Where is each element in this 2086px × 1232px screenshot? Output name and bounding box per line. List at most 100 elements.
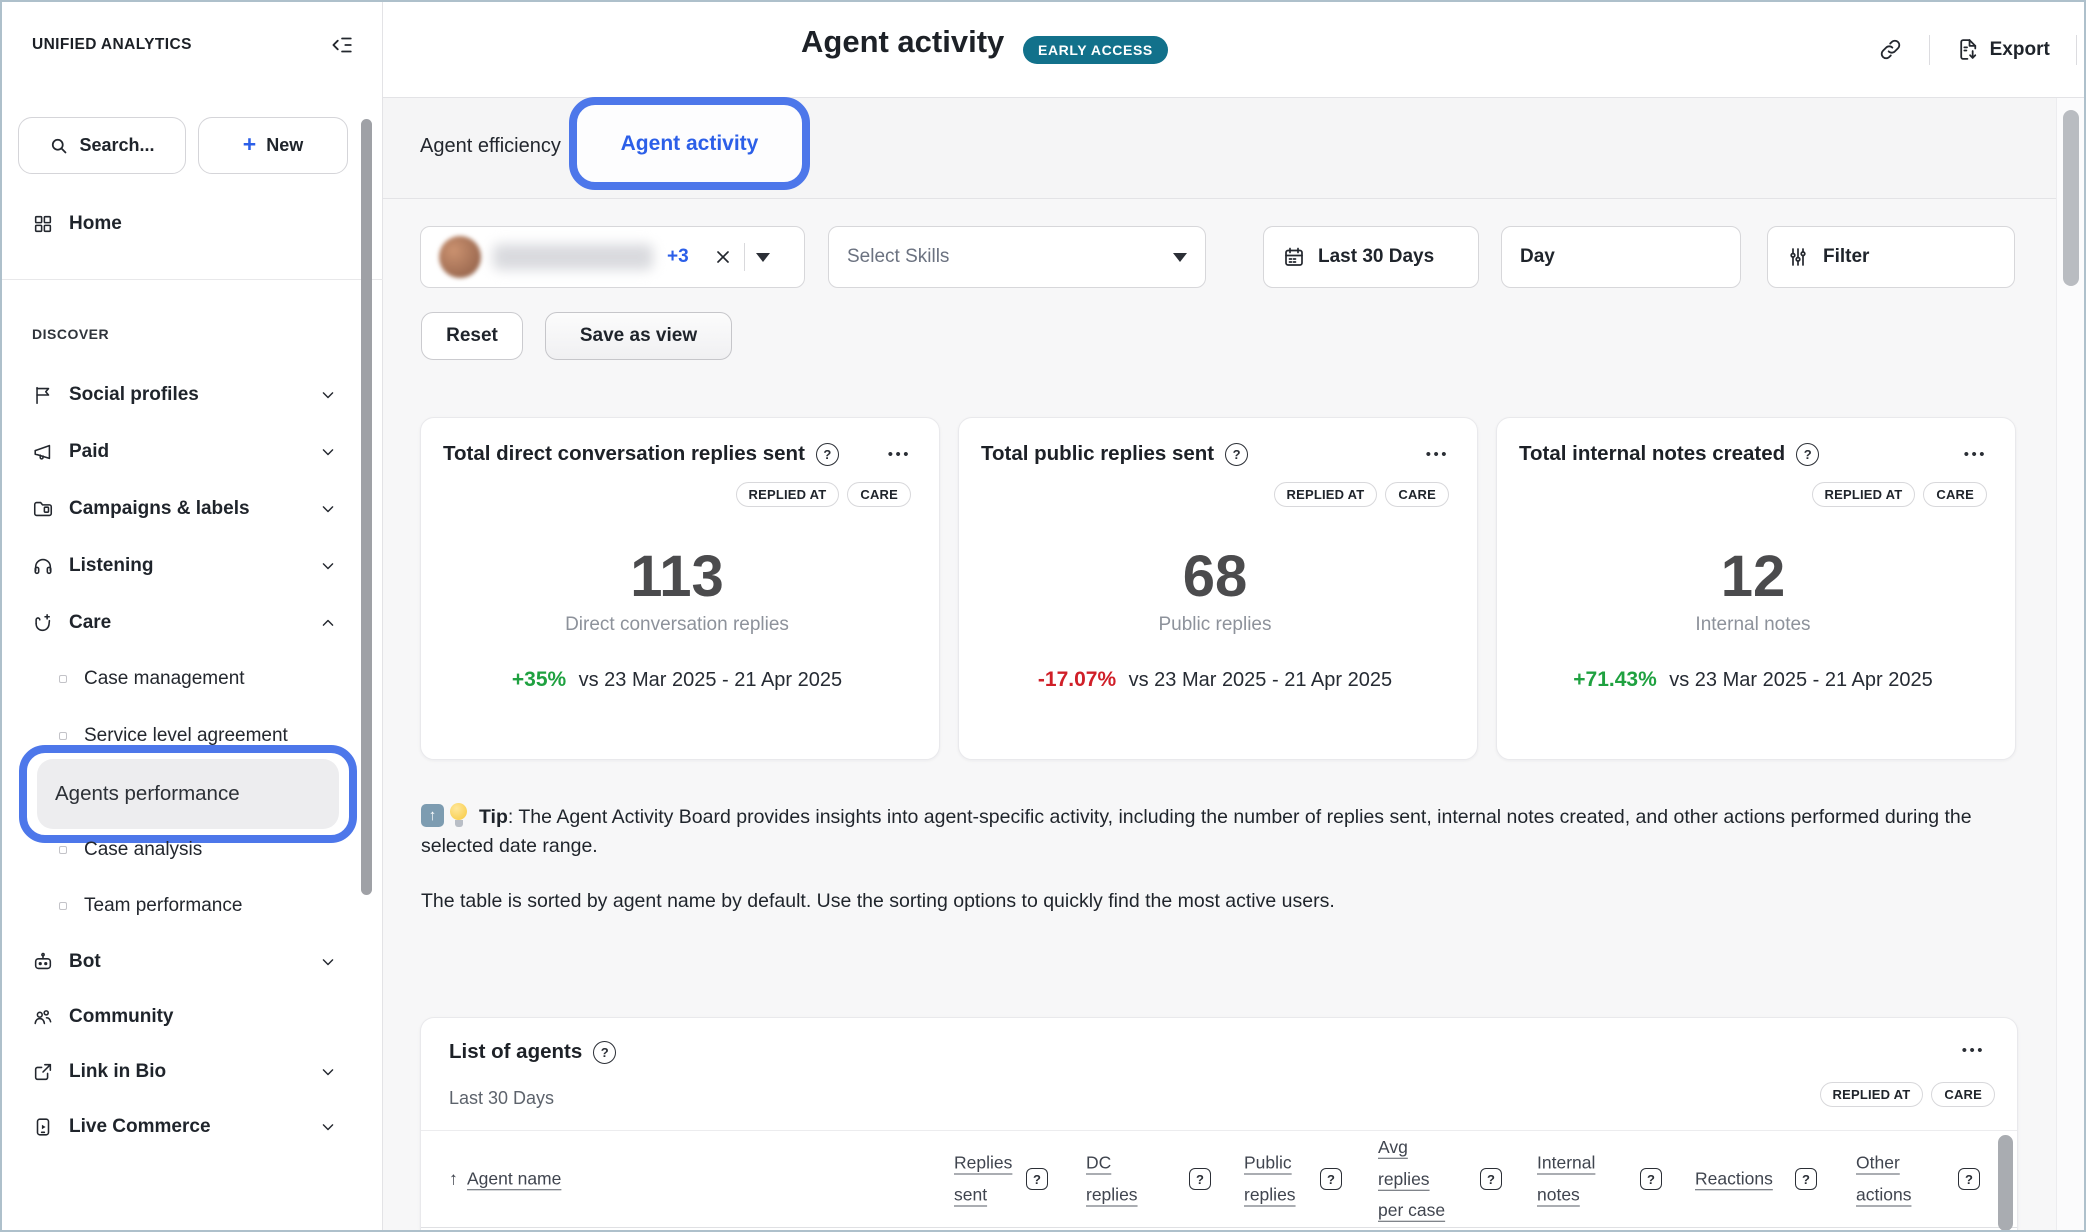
column-help[interactable] — [1480, 1168, 1502, 1190]
table-more-icon[interactable] — [1962, 1042, 1985, 1059]
agent-name-redacted — [493, 244, 653, 270]
column-dc-replies[interactable]: DC replies — [1086, 1148, 1142, 1211]
export-label: Export — [1990, 39, 2050, 61]
agents-filter-chip[interactable]: +3 — [420, 226, 805, 288]
column-public-replies[interactable]: Public replies — [1244, 1148, 1308, 1211]
column-help[interactable] — [1640, 1168, 1662, 1190]
replied-at-badge: REPLIED AT — [1812, 482, 1916, 507]
chevron-down-icon — [318, 556, 338, 576]
sidebar-item-live-commerce[interactable]: Live Commerce — [2, 1100, 370, 1154]
sidebar-item-service-level-agreement[interactable]: Service level agreement — [2, 709, 370, 763]
header-divider — [2076, 35, 2077, 65]
care-badge: CARE — [1385, 482, 1449, 507]
bullet-icon — [59, 675, 67, 683]
filter-sliders-icon — [1786, 245, 1810, 269]
sidebar-item-team-performance[interactable]: Team performance — [2, 879, 370, 933]
sidebar-item-case-management[interactable]: Case management — [2, 652, 370, 706]
sidebar-item-listening[interactable]: Listening — [2, 539, 370, 593]
granularity-dropdown[interactable]: Day — [1501, 226, 1741, 288]
page-scrollbar-thumb[interactable] — [2063, 110, 2079, 286]
reset-button[interactable]: Reset — [421, 312, 523, 360]
more-agents-count: +3 — [667, 246, 689, 268]
filter-button[interactable]: Filter — [1767, 226, 2015, 288]
export-button[interactable]: Export — [1956, 37, 2050, 62]
flag-icon — [32, 384, 54, 406]
column-replies-sent[interactable]: Replies sent — [954, 1148, 1018, 1211]
care-badge: CARE — [847, 482, 911, 507]
column-help[interactable] — [1189, 1168, 1211, 1190]
discover-section-label: DISCOVER — [32, 326, 109, 342]
compare-range: vs 23 Mar 2025 - 21 Apr 2025 — [579, 669, 843, 691]
folder-tag-icon — [32, 498, 54, 520]
help-icon[interactable] — [1796, 443, 1819, 466]
page-scrollbar[interactable] — [2056, 98, 2086, 1230]
select-skills-dropdown[interactable]: Select Skills — [828, 226, 1206, 288]
column-help[interactable] — [1958, 1168, 1980, 1190]
save-as-view-button[interactable]: Save as view — [545, 312, 732, 360]
lightbulb-emoji — [449, 803, 469, 827]
sidebar-item-care[interactable]: Care — [2, 596, 370, 650]
robot-icon — [32, 951, 54, 973]
metric-card-public-replies: Total public replies sent REPLIED AT CAR… — [958, 417, 1478, 760]
header-divider — [1929, 35, 1930, 65]
copy-link-button[interactable] — [1878, 37, 1903, 62]
sidebar-item-campaigns-labels[interactable]: Campaigns & labels — [2, 482, 370, 536]
phone-play-icon — [32, 1116, 54, 1138]
card-title: Total direct conversation replies sent — [443, 442, 805, 466]
search-label: Search... — [79, 135, 154, 156]
collapse-sidebar-button[interactable] — [324, 28, 358, 62]
column-help[interactable] — [1026, 1168, 1048, 1190]
card-more-icon[interactable] — [888, 446, 911, 463]
metric-label: Public replies — [981, 614, 1449, 636]
delta-value: +35% — [512, 668, 566, 691]
sidebar-item-case-analysis[interactable]: Case analysis — [2, 823, 370, 877]
new-button[interactable]: + New — [198, 117, 348, 174]
home-grid-icon — [32, 213, 54, 235]
sidebar-item-community[interactable]: Community — [2, 990, 370, 1044]
external-link-icon — [32, 1061, 54, 1083]
tab-bar — [383, 98, 2086, 199]
card-more-icon[interactable] — [1964, 446, 1987, 463]
header-actions: Export Saved views — [1878, 2, 2086, 97]
caret-down-icon[interactable] — [756, 253, 770, 262]
sort-ascending-icon — [449, 1169, 458, 1190]
sidebar-item-home[interactable]: Home — [2, 197, 370, 251]
column-avg-replies-per-case[interactable]: Avg replies per case — [1378, 1132, 1458, 1227]
search-icon — [49, 136, 69, 156]
sidebar-item-link-in-bio[interactable]: Link in Bio — [2, 1045, 370, 1099]
search-button[interactable]: Search... — [18, 117, 186, 174]
column-agent-name[interactable]: Agent name — [449, 1163, 561, 1195]
sidebar-item-agents-performance[interactable]: Agents performance — [37, 759, 339, 829]
column-help[interactable] — [1320, 1168, 1342, 1190]
sidebar-divider — [2, 279, 383, 280]
tab-agent-efficiency[interactable]: Agent efficiency — [420, 135, 561, 158]
sidebar-item-social-profiles[interactable]: Social profiles — [2, 368, 370, 422]
app-window: UNIFIED ANALYTICS Search... + New Home — [0, 0, 2086, 1232]
clear-filter-icon[interactable] — [713, 247, 733, 267]
column-internal-notes[interactable]: Internal notes — [1537, 1148, 1613, 1211]
column-other-actions[interactable]: Other actions — [1856, 1148, 1926, 1211]
export-icon — [1956, 37, 1981, 62]
sidebar-item-bot[interactable]: Bot — [2, 935, 370, 989]
sidebar-scrollbar[interactable] — [361, 119, 372, 895]
column-reactions[interactable]: Reactions — [1695, 1163, 1773, 1195]
bullet-icon — [59, 732, 67, 740]
sidebar: UNIFIED ANALYTICS Search... + New Home — [2, 2, 383, 1230]
column-help[interactable] — [1795, 1168, 1817, 1190]
date-range-picker[interactable]: Last 30 Days — [1263, 226, 1479, 288]
replied-at-badge: REPLIED AT — [736, 482, 840, 507]
tip-label: Tip — [479, 806, 508, 828]
up-arrow-emoji — [421, 804, 444, 827]
help-icon[interactable] — [1225, 443, 1248, 466]
card-more-icon[interactable] — [1426, 446, 1449, 463]
replied-at-badge: REPLIED AT — [1820, 1082, 1924, 1107]
help-icon[interactable] — [816, 443, 839, 466]
help-icon — [1958, 1168, 1980, 1190]
sidebar-item-paid[interactable]: Paid — [2, 425, 370, 479]
metric-value: 113 — [443, 543, 911, 610]
bullet-icon — [59, 902, 67, 910]
help-icon[interactable] — [593, 1041, 616, 1064]
card-title: Total public replies sent — [981, 442, 1214, 466]
tip-second-paragraph: The table is sorted by agent name by def… — [421, 890, 1976, 913]
table-scrollbar[interactable] — [1998, 1135, 2013, 1231]
